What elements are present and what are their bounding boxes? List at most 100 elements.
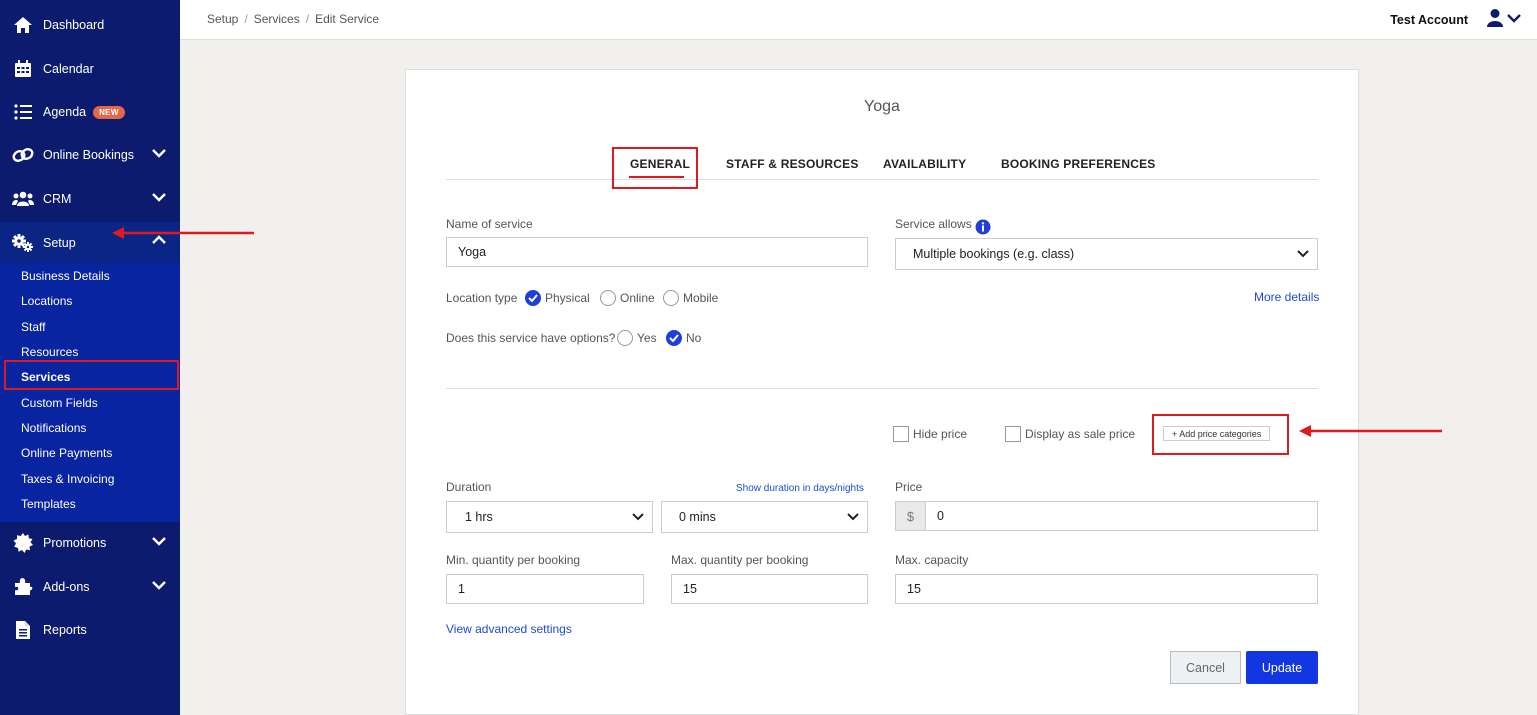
max-qty-label: Max. quantity per booking bbox=[671, 553, 809, 567]
duration-hours-select[interactable]: 1 hrs bbox=[446, 501, 653, 533]
show-days-link[interactable]: Show duration in days/nights bbox=[736, 483, 864, 494]
services-highlight-box bbox=[4, 360, 179, 390]
chevron-down-icon bbox=[152, 537, 166, 546]
duration-label: Duration bbox=[446, 480, 492, 494]
submenu-item-business-details[interactable]: Business Details bbox=[21, 269, 110, 283]
radio-icon bbox=[600, 290, 616, 306]
edit-service-card: Yoga GENERAL STAFF & RESOURCES AVAILABIL… bbox=[405, 69, 1359, 715]
sale-price-checkbox[interactable] bbox=[1005, 426, 1021, 442]
sidebar-item-dashboard[interactable]: Dashboard bbox=[0, 5, 180, 45]
price-input[interactable]: 0 bbox=[925, 501, 1318, 531]
hide-price-checkbox[interactable] bbox=[893, 426, 909, 442]
location-mobile-option[interactable]: Mobile bbox=[663, 290, 718, 306]
min-qty-label: Min. quantity per booking bbox=[446, 553, 581, 567]
info-icon[interactable] bbox=[975, 219, 991, 235]
tab-availability[interactable]: AVAILABILITY bbox=[883, 157, 966, 171]
sidebar-item-promotions[interactable]: Promotions bbox=[0, 523, 180, 563]
sidebar-item-add-ons[interactable]: Add-ons bbox=[0, 567, 180, 607]
submenu-item-locations[interactable]: Locations bbox=[21, 294, 72, 308]
page-title: Yoga bbox=[864, 98, 900, 115]
options-label: Does this service have options? bbox=[446, 331, 616, 345]
submenu-item-resources[interactable]: Resources bbox=[21, 345, 78, 359]
account-name[interactable]: Test Account bbox=[1390, 13, 1468, 27]
submenu-item-notifications[interactable]: Notifications bbox=[21, 421, 86, 435]
sidebar-item-label: Agenda bbox=[43, 105, 87, 119]
option-label: Physical bbox=[545, 291, 590, 305]
list-icon bbox=[12, 101, 34, 123]
option-label: Yes bbox=[637, 331, 657, 345]
location-physical-option[interactable]: Physical bbox=[525, 290, 590, 306]
service-allows-value: Multiple bookings (e.g. class) bbox=[913, 247, 1075, 261]
max-qty-input[interactable]: 15 bbox=[671, 574, 868, 604]
sidebar-item-label: CRM bbox=[43, 192, 72, 206]
sidebar-item-label: Online Bookings bbox=[43, 148, 135, 162]
user-menu[interactable] bbox=[1487, 8, 1525, 33]
chevron-down-icon bbox=[152, 149, 166, 158]
tab-bar: GENERAL STAFF & RESOURCES AVAILABILITY B… bbox=[446, 153, 1318, 180]
section-divider bbox=[446, 388, 1318, 389]
sidebar-item-label: Dashboard bbox=[43, 18, 105, 32]
sidebar-item-crm[interactable]: CRM bbox=[0, 179, 180, 219]
starburst-icon bbox=[12, 532, 34, 554]
duration-mins-select[interactable]: 0 mins bbox=[661, 501, 868, 533]
max-capacity-input[interactable]: 15 bbox=[895, 574, 1318, 604]
options-no[interactable]: No bbox=[666, 330, 701, 346]
puzzle-icon bbox=[12, 576, 34, 598]
submenu-item-taxes-invoicing[interactable]: Taxes & Invoicing bbox=[21, 472, 114, 486]
service-name-input[interactable]: Yoga bbox=[446, 237, 868, 267]
submenu-item-staff[interactable]: Staff bbox=[21, 320, 45, 334]
general-tab-highlight-box bbox=[612, 147, 698, 189]
breadcrumb-services[interactable]: Services bbox=[254, 12, 300, 26]
submenu-item-online-payments[interactable]: Online Payments bbox=[21, 446, 112, 460]
breadcrumb-current: Edit Service bbox=[315, 12, 380, 26]
submenu-item-templates[interactable]: Templates bbox=[21, 497, 76, 511]
service-allows-select[interactable]: Multiple bookings (e.g. class) bbox=[895, 238, 1318, 270]
tab-staff-resources[interactable]: STAFF & RESOURCES bbox=[726, 157, 859, 171]
chevron-down-icon bbox=[152, 193, 166, 202]
tab-booking-preferences[interactable]: BOOKING PREFERENCES bbox=[1001, 157, 1156, 171]
gears-icon bbox=[12, 232, 34, 254]
more-details-link[interactable]: More details bbox=[1254, 290, 1319, 304]
sidebar: Dashboard Calendar Agenda NEW Online Boo… bbox=[0, 0, 180, 715]
sidebar-item-label: Add-ons bbox=[43, 580, 90, 594]
breadcrumb: Setup / Services / Edit Service bbox=[207, 12, 380, 26]
options-yes[interactable]: Yes bbox=[617, 330, 657, 346]
breadcrumb-setup[interactable]: Setup bbox=[207, 12, 238, 26]
update-button[interactable]: Update bbox=[1246, 651, 1318, 684]
advanced-settings-link[interactable]: View advanced settings bbox=[446, 622, 572, 636]
calendar-icon bbox=[12, 58, 34, 80]
home-icon bbox=[12, 14, 34, 36]
sidebar-item-reports[interactable]: Reports bbox=[0, 610, 180, 650]
sidebar-item-label: Promotions bbox=[43, 536, 107, 550]
user-icon bbox=[1487, 9, 1521, 27]
link-icon bbox=[12, 144, 34, 166]
location-online-option[interactable]: Online bbox=[600, 290, 655, 306]
max-capacity-label: Max. capacity bbox=[895, 553, 969, 567]
sidebar-item-online-bookings[interactable]: Online Bookings bbox=[0, 135, 180, 175]
duration-mins-value: 0 mins bbox=[679, 510, 716, 524]
add-categories-highlight-box bbox=[1152, 414, 1289, 455]
sidebar-item-agenda[interactable]: Agenda NEW bbox=[0, 92, 180, 132]
users-icon bbox=[12, 188, 34, 210]
option-label: Mobile bbox=[683, 291, 719, 305]
sidebar-item-calendar[interactable]: Calendar bbox=[0, 49, 180, 89]
cancel-button[interactable]: Cancel bbox=[1170, 651, 1241, 684]
chevron-down-icon bbox=[152, 581, 166, 590]
top-bar: Setup / Services / Edit Service Test Account bbox=[180, 0, 1537, 40]
location-type-label: Location type bbox=[446, 291, 518, 305]
option-label: Online bbox=[620, 291, 655, 305]
annotation-arrow-setup bbox=[112, 227, 254, 239]
sidebar-item-label: Setup bbox=[43, 235, 76, 250]
checkmark-radio-icon bbox=[525, 290, 541, 306]
hide-price-label: Hide price bbox=[913, 427, 968, 441]
radio-icon bbox=[663, 290, 679, 306]
document-icon bbox=[12, 619, 34, 641]
setup-submenu: Business Details Locations Staff Resourc… bbox=[0, 263, 180, 522]
min-qty-input[interactable]: 1 bbox=[446, 574, 644, 604]
sidebar-item-label: Reports bbox=[43, 623, 87, 637]
submenu-item-custom-fields[interactable]: Custom Fields bbox=[21, 396, 98, 410]
checkmark-radio-icon bbox=[666, 330, 682, 346]
chevron-down-icon bbox=[1297, 250, 1309, 258]
price-label: Price bbox=[895, 480, 923, 494]
option-label: No bbox=[686, 331, 702, 345]
